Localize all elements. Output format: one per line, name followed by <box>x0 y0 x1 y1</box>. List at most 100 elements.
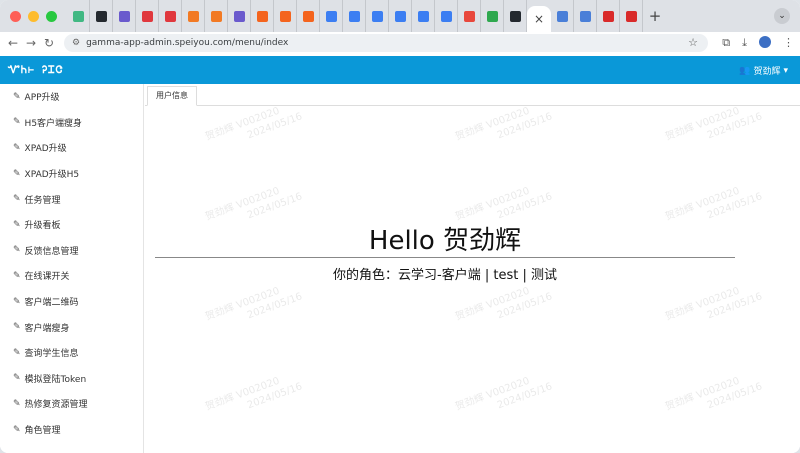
window-controls <box>10 10 57 22</box>
browser-tab[interactable] <box>366 0 389 32</box>
active-tab-close-button[interactable]: × <box>527 6 551 32</box>
sidebar-item[interactable]: ✎ 在线课开关 <box>0 263 143 289</box>
browser-toolbar: ← → ↻ ⚙ gamma-app-admin.speiyou.com/menu… <box>0 32 800 54</box>
browser-tab[interactable] <box>412 0 435 32</box>
extensions-icon[interactable]: ⧉ <box>722 36 730 50</box>
browser-tab[interactable] <box>389 0 412 32</box>
site-info-icon[interactable]: ⚙ <box>72 38 80 48</box>
browser-tab[interactable] <box>90 0 113 32</box>
grid-icon <box>302 10 314 22</box>
grid-icon <box>279 10 291 22</box>
browser-tab[interactable] <box>159 0 182 32</box>
w-icon <box>602 10 614 22</box>
sidebar-item[interactable]: ✎ 升级看板 <box>0 212 143 238</box>
sidebar-item[interactable]: ✎ 角色管理 <box>0 417 143 443</box>
sidebar-item-label: 反馈信息管理 <box>24 246 79 257</box>
maximize-window-button[interactable] <box>46 10 57 22</box>
sidebar-item[interactable]: ✎ H5客户端瘦身 <box>0 110 143 136</box>
sidebar-item-label: 客户端瘦身 <box>24 323 70 334</box>
doc-icon <box>417 10 429 22</box>
browser-tab[interactable] <box>504 0 527 32</box>
browser-tab[interactable] <box>343 0 366 32</box>
back-icon[interactable]: ← <box>4 36 22 50</box>
browser-tab[interactable] <box>182 0 205 32</box>
cloud-icon <box>579 10 591 22</box>
watermark: 贺劲辉 V002020 2024/05/16 <box>663 98 764 156</box>
browser-tab[interactable] <box>251 0 274 32</box>
forward-icon[interactable]: → <box>22 36 40 50</box>
sidebar-item-label: 在线课开关 <box>24 272 70 283</box>
doc-icon <box>371 10 383 22</box>
browser-tab[interactable] <box>67 0 90 32</box>
profile-avatar[interactable] <box>759 36 771 48</box>
sidebar-item-label: 模拟登陆Token <box>24 374 87 385</box>
sidebar-item[interactable]: ✎ 模拟登陆Token <box>0 366 143 392</box>
url-text[interactable]: gamma-app-admin.speiyou.com/menu/index <box>86 38 288 48</box>
sidebar-item[interactable]: ✎ 反馈信息管理 <box>0 238 143 264</box>
bars-icon <box>463 10 475 22</box>
browser-tab[interactable] <box>435 0 458 32</box>
divider <box>155 257 735 258</box>
browser-tab[interactable] <box>297 0 320 32</box>
app-icon <box>118 10 130 22</box>
tab-user-info[interactable]: 用户信息 <box>147 86 197 106</box>
app-logo[interactable]: ᏉᏂ⊢ ᎮᏆᏣ <box>8 65 64 76</box>
sidebar-item-label: H5客户端瘦身 <box>24 118 83 129</box>
browser-tab[interactable] <box>481 0 504 32</box>
cloud-icon <box>556 10 568 22</box>
user-group-icon: 👥 <box>739 65 751 76</box>
mail-icon <box>486 10 498 22</box>
browser-tab[interactable] <box>597 0 620 32</box>
new-tab-button[interactable]: + <box>643 7 667 25</box>
edit-icon: ✎ <box>13 296 21 307</box>
sidebar-item-label: 升级看板 <box>24 221 61 232</box>
sidebar-item[interactable]: ✎ 查询学生信息 <box>0 340 143 366</box>
sidebar-item[interactable]: ✎ 热修复资源管理 <box>0 391 143 417</box>
close-window-button[interactable] <box>10 10 21 22</box>
edit-icon: ✎ <box>13 142 21 153</box>
page-tab-bar: 用户信息 <box>145 84 800 106</box>
main-content: 贺劲辉 V002020 2024/05/16 贺劲辉 V002020 2024/05/… <box>145 84 800 453</box>
browser-tab[interactable] <box>320 0 343 32</box>
sidebar-item[interactable]: ✎ 客户端二维码 <box>0 289 143 315</box>
browser-tab[interactable] <box>458 0 481 32</box>
jd-icon <box>625 10 637 22</box>
edit-icon: ✎ <box>13 424 21 435</box>
download-icon[interactable]: ⤓ <box>742 36 747 50</box>
browser-tab[interactable] <box>228 0 251 32</box>
sidebar-item-label: 查询学生信息 <box>24 349 79 360</box>
minimize-window-button[interactable] <box>28 10 39 22</box>
browser-tab[interactable] <box>574 0 597 32</box>
sidebar-item[interactable]: ✎ XPAD升级H5 <box>0 161 143 187</box>
watermark: 贺劲辉 V002020 2024/05/16 <box>453 368 554 426</box>
browser-tab[interactable] <box>274 0 297 32</box>
reload-icon[interactable]: ↻ <box>40 36 58 50</box>
more-menu-icon[interactable]: ⋮ <box>783 36 794 50</box>
edit-icon: ✎ <box>13 347 21 358</box>
tab-search-button[interactable]: ⌄ <box>774 8 790 24</box>
edit-icon: ✎ <box>13 398 21 409</box>
browser-tab[interactable] <box>136 0 159 32</box>
address-bar[interactable]: ⚙ gamma-app-admin.speiyou.com/menu/index… <box>64 34 708 52</box>
grid-icon <box>256 10 268 22</box>
app-icon-red <box>164 10 176 22</box>
browser-tab[interactable] <box>620 0 643 32</box>
sidebar-item[interactable]: ✎ APP升级 <box>0 84 143 110</box>
bookmark-star-icon[interactable]: ☆ <box>688 36 698 49</box>
sidebar-item-label: XPAD升级H5 <box>24 170 80 181</box>
watermark: 贺劲辉 V002020 2024/05/16 <box>453 278 554 336</box>
sidebar-item[interactable]: ✎ 任务管理 <box>0 186 143 212</box>
watermark: 贺劲辉 V002020 2024/05/16 <box>203 278 304 336</box>
code-icon <box>187 10 199 22</box>
browser-tab[interactable] <box>113 0 136 32</box>
greeting-heading: Hello 贺劲辉 <box>368 226 522 256</box>
browser-tab[interactable] <box>551 0 574 32</box>
browser-tab[interactable] <box>205 0 228 32</box>
edit-icon: ✎ <box>13 117 21 128</box>
sidebar-item[interactable]: ✎ 客户端瘦身 <box>0 314 143 340</box>
sidebar-item-label: APP升级 <box>24 93 60 104</box>
edit-icon: ✎ <box>13 322 21 333</box>
user-name: 贺劲辉 <box>753 67 781 77</box>
user-menu[interactable]: 👥 贺劲辉 ▾ <box>739 64 788 78</box>
sidebar-item[interactable]: ✎ XPAD升级 <box>0 135 143 161</box>
